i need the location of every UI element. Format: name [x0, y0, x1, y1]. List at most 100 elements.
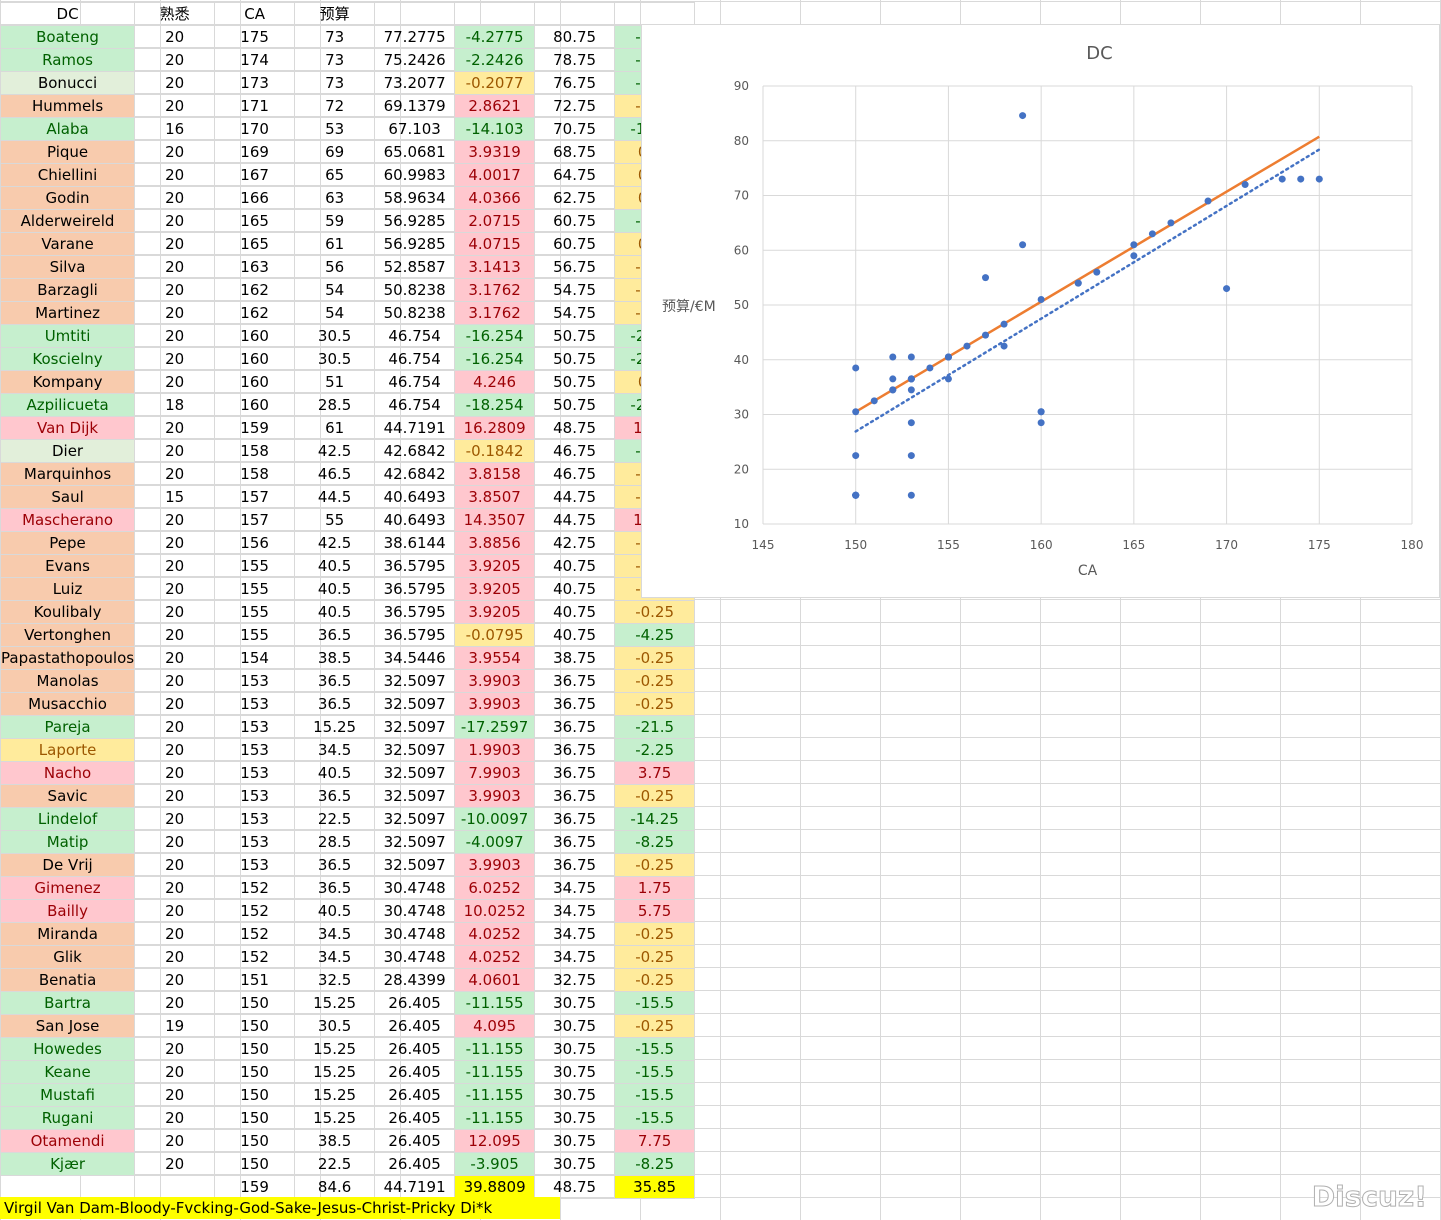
player-name-cell[interactable]: Hummels — [0, 94, 136, 118]
value-cell[interactable]: 20 — [134, 324, 216, 348]
value-cell[interactable]: -10.0097 — [454, 807, 536, 831]
value-cell[interactable]: 169 — [214, 140, 296, 164]
value-cell[interactable]: 150 — [214, 1152, 296, 1176]
value-cell[interactable]: 30.75 — [534, 991, 616, 1015]
value-cell[interactable]: 26.405 — [374, 1037, 456, 1061]
value-cell[interactable]: 155 — [214, 577, 296, 601]
header-cell[interactable] — [534, 2, 616, 26]
value-cell[interactable]: 150 — [214, 1037, 296, 1061]
value-cell[interactable]: 175 — [214, 25, 296, 49]
value-cell[interactable]: 40.6493 — [374, 508, 456, 532]
player-name-cell[interactable]: Koulibaly — [0, 600, 136, 624]
value-cell[interactable]: 20 — [134, 301, 216, 325]
value-cell[interactable]: 156 — [214, 531, 296, 555]
value-cell[interactable]: 42.6842 — [374, 439, 456, 463]
value-cell[interactable]: 56.9285 — [374, 232, 456, 256]
player-name-cell[interactable]: Van Dijk — [0, 416, 136, 440]
value-cell[interactable]: 153 — [214, 784, 296, 808]
value-cell[interactable]: -8.25 — [614, 1152, 696, 1176]
value-cell[interactable]: 4.0601 — [454, 968, 536, 992]
value-cell[interactable]: 20 — [134, 71, 216, 95]
value-cell[interactable]: 3.1413 — [454, 255, 536, 279]
value-cell[interactable]: 30.5 — [294, 324, 376, 348]
value-cell[interactable]: 166 — [214, 186, 296, 210]
value-cell[interactable]: 20 — [134, 255, 216, 279]
value-cell[interactable]: 73 — [294, 25, 376, 49]
player-name-cell[interactable]: Varane — [0, 232, 136, 256]
value-cell[interactable]: 36.75 — [534, 853, 616, 877]
value-cell[interactable]: -0.25 — [614, 600, 696, 624]
player-name-cell[interactable]: Boateng — [0, 25, 136, 49]
value-cell[interactable]: 38.75 — [534, 646, 616, 670]
value-cell[interactable]: 4.095 — [454, 1014, 536, 1038]
value-cell[interactable]: 30.75 — [534, 1037, 616, 1061]
value-cell[interactable]: 60.9983 — [374, 163, 456, 187]
player-name-cell[interactable]: Miranda — [0, 922, 136, 946]
value-cell[interactable]: 69.1379 — [374, 94, 456, 118]
value-cell[interactable]: 20 — [134, 577, 216, 601]
scatter-chart[interactable]: 145 150 155 160 165 170 175 180 10 20 30 40 50 60 70 80… — [641, 24, 1440, 598]
value-cell[interactable]: 34.75 — [534, 945, 616, 969]
player-name-cell[interactable]: Marquinhos — [0, 462, 136, 486]
value-cell[interactable]: 153 — [214, 807, 296, 831]
player-name-cell[interactable]: Manolas — [0, 669, 136, 693]
value-cell[interactable]: 30.5 — [294, 1014, 376, 1038]
value-cell[interactable]: 73 — [294, 71, 376, 95]
value-cell[interactable]: 151 — [214, 968, 296, 992]
value-cell[interactable]: 30.75 — [534, 1060, 616, 1084]
player-name-cell[interactable]: Gimenez — [0, 876, 136, 900]
player-name-cell[interactable]: Mascherano — [0, 508, 136, 532]
value-cell[interactable]: 36.75 — [534, 807, 616, 831]
value-cell[interactable]: 34.5446 — [374, 646, 456, 670]
value-cell[interactable]: 30.4748 — [374, 876, 456, 900]
value-cell[interactable]: 20 — [134, 1106, 216, 1130]
player-name-cell[interactable]: Musacchio — [0, 692, 136, 716]
value-cell[interactable]: 36.75 — [534, 669, 616, 693]
value-cell[interactable]: -0.25 — [614, 922, 696, 946]
value-cell[interactable]: 50.8238 — [374, 301, 456, 325]
value-cell[interactable]: 15.25 — [294, 991, 376, 1015]
value-cell[interactable]: -0.25 — [614, 669, 696, 693]
value-cell[interactable]: 3.9205 — [454, 600, 536, 624]
value-cell[interactable]: -11.155 — [454, 1037, 536, 1061]
value-cell[interactable]: 32.5097 — [374, 807, 456, 831]
value-cell[interactable]: 155 — [214, 600, 296, 624]
value-cell[interactable]: 20 — [134, 186, 216, 210]
value-cell[interactable]: 20 — [134, 94, 216, 118]
value-cell[interactable]: 3.9319 — [454, 140, 536, 164]
player-name-cell[interactable]: Papastathopoulos — [0, 646, 136, 670]
value-cell[interactable]: 67.103 — [374, 117, 456, 141]
player-name-cell[interactable]: Martinez — [0, 301, 136, 325]
value-cell[interactable]: 44.75 — [534, 485, 616, 509]
value-cell[interactable]: -14.25 — [614, 807, 696, 831]
value-cell[interactable]: 19 — [134, 1014, 216, 1038]
value-cell[interactable]: 15.25 — [294, 1060, 376, 1084]
value-cell[interactable]: 20 — [134, 853, 216, 877]
value-cell[interactable]: 40.5 — [294, 554, 376, 578]
value-cell[interactable]: 42.5 — [294, 531, 376, 555]
value-cell[interactable]: 26.405 — [374, 1083, 456, 1107]
value-cell[interactable]: -0.0795 — [454, 623, 536, 647]
value-cell[interactable]: 3.9903 — [454, 853, 536, 877]
value-cell[interactable]: -4.2775 — [454, 25, 536, 49]
header-cell[interactable]: CA — [214, 2, 296, 26]
value-cell[interactable]: 56 — [294, 255, 376, 279]
value-cell[interactable]: 20 — [134, 646, 216, 670]
value-cell[interactable]: 46.754 — [374, 370, 456, 394]
value-cell[interactable]: -0.25 — [614, 1014, 696, 1038]
value-cell[interactable]: 53 — [294, 117, 376, 141]
player-name-cell[interactable]: Saul — [0, 485, 136, 509]
summary-cell[interactable]: 159 — [214, 1175, 296, 1199]
value-cell[interactable]: -4.25 — [614, 623, 696, 647]
value-cell[interactable]: 20 — [134, 25, 216, 49]
value-cell[interactable]: -2.25 — [614, 738, 696, 762]
value-cell[interactable]: 1.75 — [614, 876, 696, 900]
value-cell[interactable]: 153 — [214, 853, 296, 877]
value-cell[interactable]: 171 — [214, 94, 296, 118]
value-cell[interactable]: 40.5 — [294, 600, 376, 624]
value-cell[interactable]: 36.5 — [294, 669, 376, 693]
value-cell[interactable]: 75.2426 — [374, 48, 456, 72]
value-cell[interactable]: 15.25 — [294, 715, 376, 739]
value-cell[interactable]: 50.75 — [534, 324, 616, 348]
value-cell[interactable]: 50.75 — [534, 370, 616, 394]
